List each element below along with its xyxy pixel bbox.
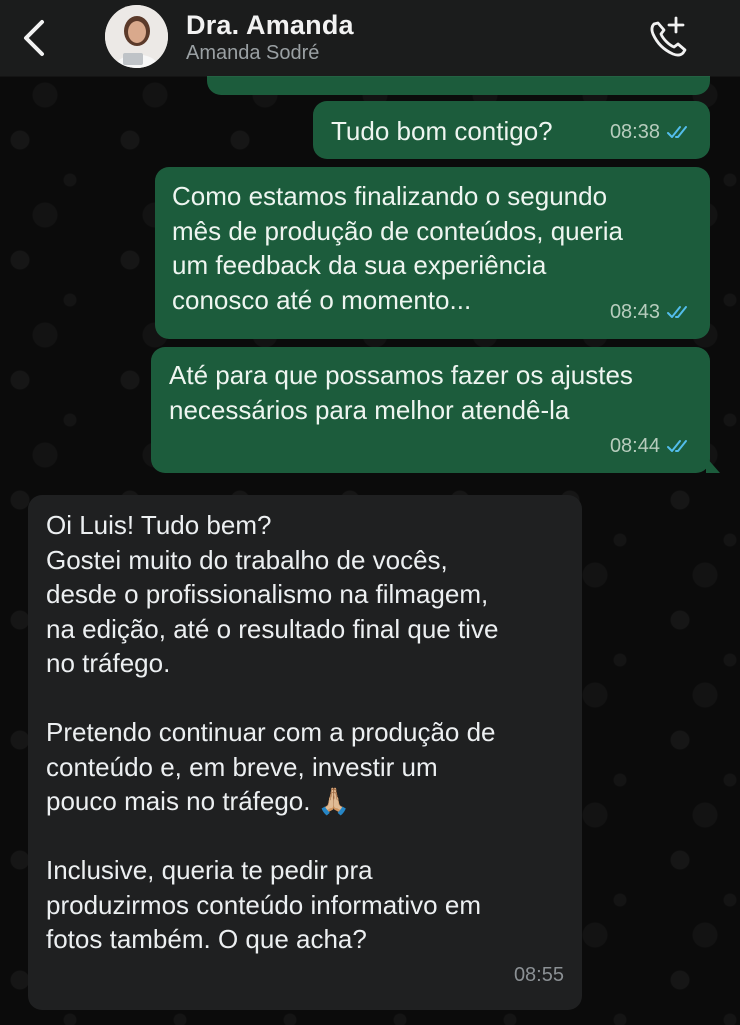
contact-avatar[interactable] xyxy=(105,5,168,68)
message-meta: 08:55 xyxy=(514,958,564,993)
message-meta: 08:44 xyxy=(610,429,694,464)
chevron-left-icon xyxy=(24,20,44,56)
message-meta: 08:43 xyxy=(610,295,694,330)
message-bubble-incoming[interactable]: Oi Luis! Tudo bem? Gostei muito do traba… xyxy=(28,495,582,1010)
double-check-icon xyxy=(666,124,694,140)
double-check-icon xyxy=(666,438,694,454)
contact-name[interactable]: Dra. Amanda xyxy=(186,10,354,41)
back-button[interactable] xyxy=(18,18,54,58)
message-text: Até para que possamos fazer os ajustes n… xyxy=(169,360,633,425)
bubble-tail xyxy=(706,457,720,473)
chat-header: Dra. Amanda Amanda Sodré xyxy=(0,0,740,76)
message-meta: 08:38 xyxy=(610,115,694,150)
message-bubble-outgoing[interactable]: Como estamos finalizando o segundo mês d… xyxy=(155,167,710,339)
phone-plus-icon xyxy=(650,16,687,57)
message-text: Oi Luis! Tudo bem? Gostei muito do traba… xyxy=(46,510,499,954)
contact-subtitle[interactable]: Amanda Sodré xyxy=(186,42,319,65)
message-time: 08:55 xyxy=(513,963,564,986)
message-bubble-outgoing[interactable]: Tudo bom contigo? 08:38 xyxy=(313,101,710,159)
message-bubble-outgoing[interactable]: Até para que possamos fazer os ajustes n… xyxy=(151,347,720,473)
add-call-button[interactable] xyxy=(644,14,692,60)
message-time: 08:44 xyxy=(609,434,660,457)
message-time: 08:43 xyxy=(609,300,660,323)
message-time: 08:38 xyxy=(609,120,660,143)
double-check-icon xyxy=(666,304,694,320)
avatar-photo xyxy=(105,5,168,68)
